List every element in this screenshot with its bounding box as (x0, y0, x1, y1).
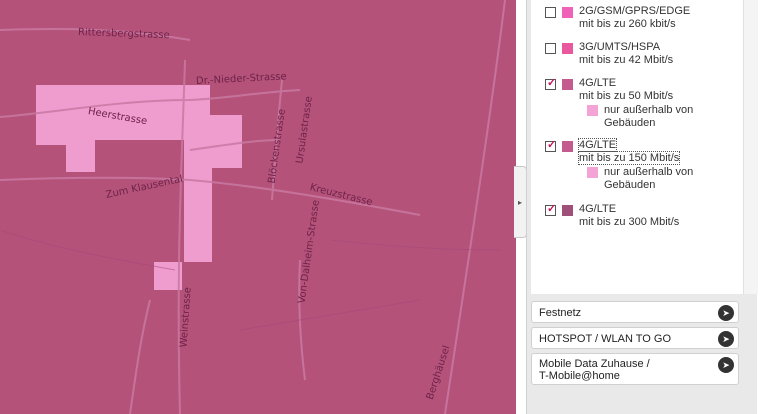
roads (0, 0, 506, 414)
mobile-data-home-button[interactable]: Mobile Data Zuhause / T-Mobile@home ➤ (531, 353, 739, 385)
network-name: 2G/GSM/GPRS/EDGE (579, 5, 691, 17)
coverage-map[interactable]: Rittersbergstrasse Dr.-Nieder-Strasse He… (0, 0, 516, 414)
network-speed: mit bis zu 260 kbit/s (579, 18, 676, 30)
network-name: 4G/LTE (577, 138, 618, 152)
network-speed: mit bis zu 300 Mbit/s (579, 216, 680, 228)
color-swatch-4g-300 (562, 205, 573, 216)
button-label: Festnetz (539, 307, 582, 319)
color-swatch-2g (562, 7, 573, 18)
arrow-right-icon: ▸ (517, 197, 522, 207)
hotspot-button[interactable]: HOTSPOT / WLAN TO GO ➤ (531, 327, 739, 349)
network-speed: mit bis zu 42 Mbit/s (579, 54, 674, 66)
outdoor-only-note: nur außerhalb von Gebäuden (604, 104, 694, 129)
arrow-right-icon: ➤ (718, 305, 734, 321)
checkbox-3g[interactable] (545, 43, 556, 54)
network-speed: mit bis zu 50 Mbit/s (579, 90, 674, 102)
checkbox-4g-150[interactable]: ✓ (545, 139, 557, 152)
color-swatch-4g-150 (562, 141, 573, 152)
network-speed: mit bis zu 150 Mbit/s (577, 151, 681, 165)
checkbox-2g[interactable] (545, 7, 556, 18)
check-mark-icon: ✓ (547, 139, 557, 151)
outdoor-only-note: nur außerhalb von Gebäuden (604, 166, 694, 191)
network-name: 4G/LTE (579, 77, 617, 89)
legend-scrollbar[interactable] (743, 0, 758, 294)
network-name: 4G/LTE (579, 203, 617, 215)
color-swatch-3g (562, 43, 573, 54)
button-label: Mobile Data Zuhause / (539, 358, 650, 370)
checkbox-4g-300[interactable]: ✓ (545, 203, 557, 216)
legend-panel: 2G/GSM/GPRS/EDGE mit bis zu 260 kbit/s 3… (526, 0, 758, 414)
arrow-right-icon: ➤ (718, 331, 734, 347)
arrow-right-icon: ➤ (718, 357, 734, 373)
check-mark-icon: ✓ (547, 203, 557, 215)
color-swatch-4g-50 (562, 79, 573, 90)
network-name: 3G/UMTS/HSPA (579, 41, 661, 53)
color-swatch-indoor-50 (587, 105, 598, 116)
check-mark-icon: ✓ (547, 77, 557, 89)
network-legend-list: 2G/GSM/GPRS/EDGE mit bis zu 260 kbit/s 3… (531, 0, 744, 294)
checkbox-4g-50[interactable]: ✓ (545, 77, 557, 90)
button-label-line2: T-Mobile@home (539, 370, 620, 382)
color-swatch-indoor-150 (587, 167, 598, 178)
button-label: HOTSPOT / WLAN TO GO (539, 333, 672, 345)
festnetz-button[interactable]: Festnetz ➤ (531, 301, 739, 323)
